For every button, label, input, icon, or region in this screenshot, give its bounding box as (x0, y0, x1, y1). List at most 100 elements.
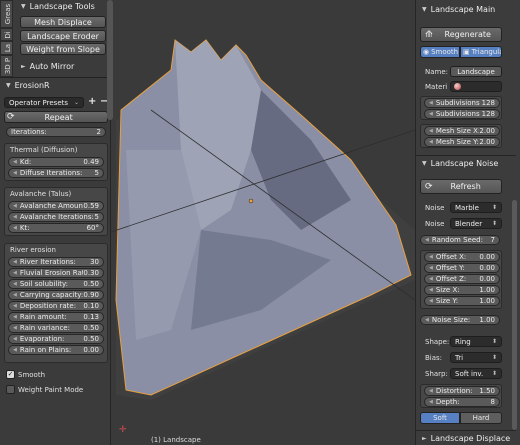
regenerate-button[interactable]: ⟰ Regenerate (420, 27, 502, 42)
refresh-button[interactable]: ⟳ Refresh (420, 179, 502, 194)
landscape-noise-header[interactable]: ▼ Landscape Noise (416, 157, 514, 170)
dropdown-arrow-icon: ⬍ (491, 204, 497, 211)
object-label: (1) Landscape (151, 436, 201, 444)
operator-presets-dropdown[interactable]: Operator Presets ⌄ (4, 97, 84, 108)
left-arrow-icon: ◀ (13, 259, 17, 265)
avalanche-title: Avalanche (Talus) (10, 190, 72, 198)
distortion-field[interactable]: ◀ Distortion: 1.50 (424, 386, 500, 396)
iterations-field[interactable]: Iterations: 2 (6, 127, 106, 137)
bias-dropdown[interactable]: Tri ⬍ (450, 352, 502, 363)
left-arrow-icon: ◀ (13, 270, 17, 276)
mesh-size-y-field[interactable]: ◀ Mesh Size Y: 2.00 (424, 137, 500, 147)
kt-field[interactable]: ◀ Kt: 60° (8, 223, 104, 233)
landscape-main-header[interactable]: ▼ Landscape Main (416, 3, 514, 16)
left-arrow-icon: ◀ (425, 237, 429, 243)
left-arrow-icon: ◀ (429, 399, 433, 405)
left-arrow-icon: ◀ (429, 287, 433, 293)
weight-from-slope-button[interactable]: Weight from Slope (20, 43, 106, 55)
hard-toggle[interactable]: Hard (460, 412, 502, 424)
left-arrow-icon: ◀ (429, 254, 433, 260)
left-arrow-icon: ◀ (429, 276, 433, 282)
sharp-dropdown[interactable]: Soft inv. ⬍ (450, 368, 502, 379)
weight-paint-checkbox[interactable] (6, 385, 15, 394)
subdivisions-y-field[interactable]: ◀Subdivisions Y:128 (424, 109, 500, 119)
mesh-displace-button[interactable]: Mesh Displace (20, 16, 106, 28)
expanded-triangle-icon: ▼ (422, 6, 427, 13)
shape-dropdown[interactable]: Ring ⬍ (450, 336, 502, 347)
river-field[interactable]: ◀ Soil solubility: 0.50 (8, 279, 104, 289)
material-sphere-icon (454, 83, 461, 90)
noise-offset-field[interactable]: ◀ Offset Z: 0.00 (424, 274, 500, 284)
left-arrow-icon: ◀ (429, 128, 433, 134)
diffuse-iterations-field[interactable]: ◀ Diffuse Iterations: 5 (8, 168, 104, 178)
erosion-header[interactable]: ▼ ErosionR (0, 79, 110, 92)
viewport-scrollbar[interactable] (107, 0, 113, 120)
triangular-toggle[interactable]: ▣Triangular (460, 46, 502, 58)
radio-on-icon: ◉ (423, 48, 430, 56)
river-field[interactable]: ◀ Rain variance: 0.50 (8, 323, 104, 333)
avalanche-amount-field[interactable]: ◀ Avalanche Amount: 0.59 (8, 201, 104, 211)
smooth-checkbox[interactable]: ✓ (6, 370, 15, 379)
left-arrow-icon: ◀ (429, 388, 433, 394)
noise-type-dropdown[interactable]: Blender ⬍ (450, 218, 502, 229)
river-field[interactable]: ◀ River Iterations: 30 (8, 257, 104, 267)
river-field[interactable]: ◀ Rain on Plains: 0.00 (8, 345, 104, 355)
panel-divider (416, 430, 516, 431)
river-field[interactable]: ◀ Carrying capacity: 0.90 (8, 290, 104, 300)
left-arrow-icon: ◀ (429, 298, 433, 304)
river-field[interactable]: ◀ Deposition rate: 0.10 (8, 301, 104, 311)
repeat-button[interactable]: ⟳ Repeat (4, 111, 108, 123)
weight-paint-label: Weight Paint Mode (18, 386, 84, 394)
left-arrow-icon: ◀ (13, 170, 17, 176)
name-input[interactable]: Landscape (450, 66, 502, 77)
erosion-panel-divider (0, 77, 111, 78)
river-field[interactable]: ◀ Evaporation: 0.50 (8, 334, 104, 344)
depth-field[interactable]: ◀ Depth: 8 (424, 397, 500, 407)
noise-offset-field[interactable]: ◀ Offset X: 0.00 (424, 252, 500, 262)
left-arrow-icon: ◀ (13, 203, 17, 209)
tab-3d-print[interactable]: 3D P (0, 55, 13, 77)
landscape-eroder-button[interactable]: Landscape Eroder (20, 30, 106, 42)
add-preset-icon[interactable]: + (88, 96, 96, 107)
properties-scrollbar[interactable] (512, 200, 517, 430)
soft-toggle[interactable]: Soft (420, 412, 460, 424)
noise-basis-dropdown[interactable]: Marble ⬍ (450, 202, 502, 213)
avalanche-iterations-field[interactable]: ◀ Avalanche Iterations: 5 (8, 212, 104, 222)
smooth-label: Smooth (18, 371, 46, 379)
left-arrow-icon: ◀ (13, 225, 17, 231)
landscape-tools-header[interactable]: ▼ Landscape Tools (15, 0, 109, 13)
material-label: Materi (425, 83, 448, 91)
collapsed-triangle-icon: ► (21, 63, 26, 70)
left-arrow-icon: ◀ (13, 347, 17, 353)
bias-label: Bias: (425, 354, 443, 362)
river-field[interactable]: ◀Fluvial Erosion Rate:0.30 (8, 268, 104, 278)
river-erosion-title: River erosion (10, 246, 56, 254)
refresh-icon: ⟳ (7, 112, 15, 122)
river-field[interactable]: ◀ Rain amount: 0.13 (8, 312, 104, 322)
noise-offset-field[interactable]: ◀ Size X: 1.00 (424, 285, 500, 295)
left-arrow-icon: ◀ (13, 336, 17, 342)
left-arrow-icon: ◀ (429, 100, 433, 106)
left-arrow-icon: ◀ (429, 139, 433, 145)
material-slot[interactable] (450, 81, 502, 92)
mesh-size-x-field[interactable]: ◀ Mesh Size X: 2.00 (424, 126, 500, 136)
thermal-title: Thermal (Diffusion) (10, 146, 78, 154)
left-arrow-icon: ◀ (425, 317, 429, 323)
auto-mirror-header[interactable]: ► Auto Mirror (15, 60, 109, 73)
3d-viewport[interactable]: ✛ (1) Landscape (111, 0, 415, 445)
noise-offset-field[interactable]: ◀ Offset Y: 0.00 (424, 263, 500, 273)
left-arrow-icon: ◀ (13, 292, 17, 298)
subdivisions-x-field[interactable]: ◀Subdivisions X:128 (424, 98, 500, 108)
noise-size-field[interactable]: ◀ Noise Size: 1.00 (420, 315, 500, 325)
expanded-triangle-icon: ▼ (6, 82, 11, 89)
left-arrow-icon: ◀ (429, 265, 433, 271)
kd-field[interactable]: ◀ Kd: 0.49 (8, 157, 104, 167)
axis-x-icon: ✛ (119, 425, 127, 435)
left-arrow-icon: ◀ (13, 214, 17, 220)
smooth-toggle[interactable]: ◉ Smooth (420, 46, 460, 58)
expanded-triangle-icon: ▼ (21, 3, 26, 10)
random-seed-field[interactable]: ◀ Random Seed: 7 (420, 235, 500, 245)
noise-offset-field[interactable]: ◀ Size Y: 1.00 (424, 296, 500, 306)
landscape-displace-header[interactable]: ► Landscape Displace (416, 432, 514, 445)
refresh-icon: ⟳ (425, 181, 433, 192)
